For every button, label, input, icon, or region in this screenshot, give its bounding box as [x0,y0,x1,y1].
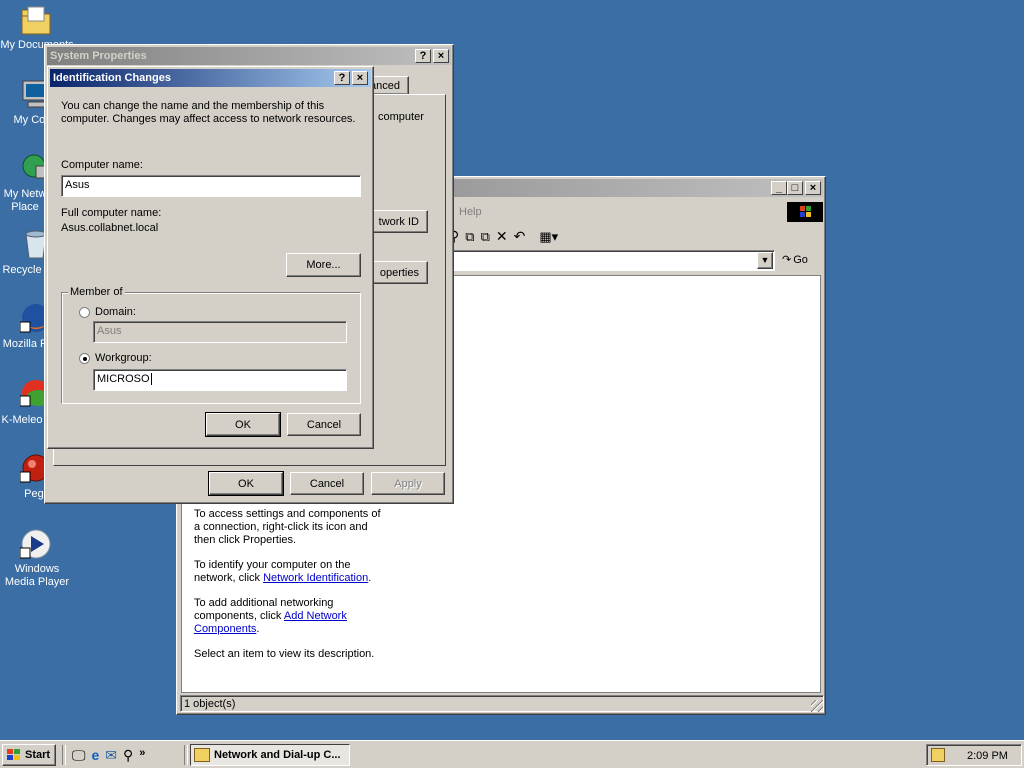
address-input[interactable] [447,250,775,271]
full-computer-name-value: Asus.collabnet.local [61,222,159,234]
minimize-icon[interactable]: _ [771,181,787,195]
status-text: 1 object(s) [184,698,236,710]
quick-launch: 🖵 e ✉ ⚲ » [72,747,145,764]
address-dropdown-button[interactable]: ▼ [757,252,773,269]
resize-grip-icon[interactable] [811,700,823,712]
start-button[interactable]: Start [2,744,56,766]
menu-help[interactable]: Help [459,206,482,218]
info-text-suffix: . [256,623,260,635]
button-label: Cancel [306,418,342,431]
go-label: Go [793,253,808,266]
taskbar: Start 🖵 e ✉ ⚲ » Network and Dial-up C...… [0,740,1024,768]
undo-icon[interactable]: ↶ [514,228,526,245]
computer-name-input[interactable]: Asus [61,175,361,197]
button-label: operties [379,266,419,279]
help-icon[interactable]: ? [334,71,350,85]
more-chevron-icon[interactable]: » [139,747,145,764]
go-arrow-icon: ↷ [782,254,792,266]
close-icon[interactable]: × [352,71,368,85]
text-cursor [150,373,152,385]
taskbar-task-network[interactable]: Network and Dial-up C... [190,744,350,766]
status-bar: 1 object(s) [180,695,824,712]
network-window-controls: _ □ × [771,181,821,195]
close-icon[interactable]: × [805,181,821,195]
search-icon[interactable]: ⚲ [123,747,133,764]
network-identification-link[interactable]: Network Identification [263,572,368,584]
button-label: OK [238,477,254,490]
go-button[interactable]: ↷ Go [782,253,808,267]
toolbar: ⚲ ⧉ ⧉ ✕ ↶ ▦▾ [449,228,558,245]
internet-explorer-icon[interactable]: e [92,747,100,764]
identification-dialog-controls: ? × [334,71,368,85]
tab-label: anced [370,80,400,92]
windows-logo-icon [787,202,823,222]
info-text-identify: To identify your computer on the network… [194,559,384,585]
info-text-select: Select an item to view its description. [194,648,375,660]
domain-value: Asus [97,325,122,337]
workgroup-radio[interactable] [79,353,90,364]
system-tray: 2:09 PM [926,744,1022,766]
tab-page-text: computer [378,111,424,123]
network-folder-icon [194,748,210,762]
intro-text: You can change the name and the membersh… [61,100,356,125]
ok-button[interactable]: OK [205,412,281,437]
system-properties-titlebar[interactable]: System Properties [47,47,451,65]
close-icon[interactable]: × [433,49,449,63]
computer-name-label: Computer name: [61,159,143,171]
info-text-properties: To access settings and components of a c… [194,508,381,546]
button-label: twork ID [378,215,419,228]
taskbar-separator [184,745,188,765]
copy-to-icon[interactable]: ⧉ [481,229,490,245]
maximize-icon[interactable]: □ [787,181,803,195]
desktop-icon-label: Windows Media Player [4,563,70,588]
button-label: Cancel [309,477,345,490]
clock[interactable]: 2:09 PM [967,750,1008,762]
identification-dialog-titlebar[interactable]: Identification Changes [50,69,371,87]
full-computer-name-label: Full computer name: [61,207,162,219]
button-label: OK [235,418,251,431]
tray-network-icon[interactable] [931,748,945,762]
workgroup-input[interactable]: MICROSO [93,369,347,391]
delete-icon[interactable]: ✕ [496,228,508,245]
start-label: Start [25,749,51,761]
workgroup-value: MICROSO [97,373,150,385]
more-button[interactable]: More... [286,253,361,277]
domain-radio[interactable] [79,307,90,318]
button-label: Apply [394,477,422,490]
workgroup-label: Workgroup: [95,352,152,364]
member-of-group: Member of Domain: Asus Workgroup: MICROS… [61,286,361,404]
taskbar-separator [62,745,66,765]
window-title: System Properties [50,50,147,62]
ok-button[interactable]: OK [208,471,284,496]
task-label: Network and Dial-up C... [214,749,341,761]
info-text-suffix: . [368,572,372,584]
cancel-button[interactable]: Cancel [287,413,361,436]
dialog-title: Identification Changes [53,72,171,84]
domain-label: Domain: [95,306,136,318]
cancel-button[interactable]: Cancel [290,472,364,495]
domain-input[interactable]: Asus [93,321,347,343]
folder-documents-icon [21,6,51,35]
help-icon[interactable]: ? [415,49,431,63]
views-icon[interactable]: ▦▾ [539,229,558,245]
media-player-icon [20,529,51,559]
member-of-label: Member of [68,286,125,298]
windows-flag-icon [7,749,20,760]
info-text-add-components: To add additional networking components,… [194,597,354,636]
apply-button[interactable]: Apply [371,472,445,495]
computer-name-value: Asus [65,179,90,191]
move-to-icon[interactable]: ⧉ [465,229,474,245]
show-desktop-icon[interactable]: 🖵 [72,747,86,764]
button-label: More... [306,259,341,271]
system-properties-controls: ? × [415,49,449,63]
outlook-express-icon[interactable]: ✉ [105,747,117,764]
identification-changes-dialog: Identification Changes ? × You can chang… [47,66,374,449]
